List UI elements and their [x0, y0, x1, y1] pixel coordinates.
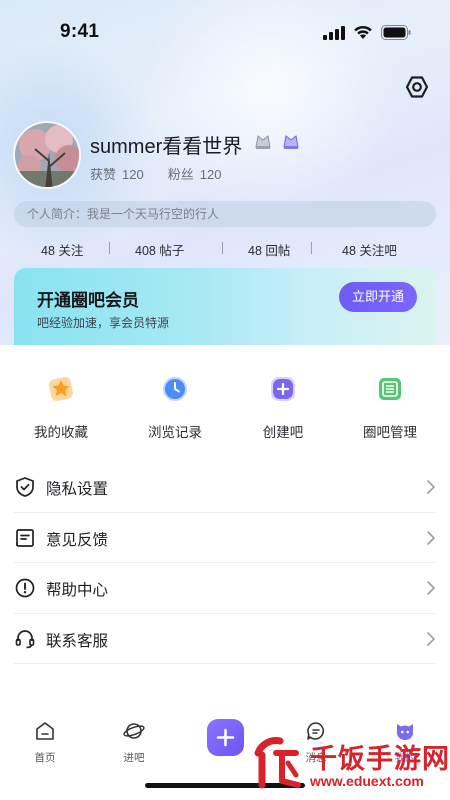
watermark-url: www.eduext.com	[310, 773, 424, 789]
menu-label: 意见反馈	[46, 531, 109, 549]
quick-label: 创建吧	[262, 425, 304, 440]
manage-icon	[379, 378, 401, 400]
menu-label: 联系客服	[46, 632, 109, 650]
counts-row: 48 关注 408 帖子 48 回帖 48 关注吧	[0, 240, 450, 260]
chevron-right-icon	[427, 631, 436, 646]
vip-badge-icon	[283, 135, 299, 149]
likes-label: 获赞	[90, 167, 117, 182]
username: summer看看世界	[90, 136, 243, 158]
clock-icon	[163, 377, 187, 401]
tab-home[interactable]: 首页	[15, 720, 75, 765]
help-icon	[15, 578, 35, 598]
quick-label: 我的收藏	[34, 425, 88, 440]
signal-icon	[323, 26, 345, 40]
quick-label: 圈吧管理	[363, 425, 417, 440]
menu-item-privacy[interactable]: 隐私设置	[14, 462, 436, 513]
profile-stats: 获赞 120 粉丝 120	[90, 164, 227, 183]
plus-icon	[216, 728, 235, 747]
count-posts[interactable]: 408 帖子	[135, 240, 184, 259]
chevron-right-icon	[427, 530, 436, 545]
count-following[interactable]: 48 关注	[41, 240, 83, 259]
count-replies[interactable]: 48 回帖	[248, 240, 290, 259]
menu-item-customer-service[interactable]: 联系客服	[14, 614, 436, 664]
count-followed-bars[interactable]: 48 关注吧	[342, 240, 397, 259]
quick-favorites[interactable]: 我的收藏	[16, 375, 106, 441]
home-icon	[36, 722, 54, 740]
fans-label: 粉丝	[167, 167, 194, 182]
wifi-icon	[354, 25, 372, 39]
chevron-right-icon	[427, 480, 436, 494]
status-bar: 9:41	[0, 0, 450, 64]
menu-label: 隐私设置	[46, 481, 109, 498]
settings-menu: 隐私设置 意见反馈 帮助中心 联系客服	[0, 462, 450, 664]
tab-label: 首页	[34, 752, 56, 764]
quick-history[interactable]: 浏览记录	[130, 375, 220, 441]
bio-bar[interactable]: 个人简介：我是一个天马行空的行人	[14, 201, 436, 227]
feedback-icon	[16, 528, 34, 547]
headset-icon	[15, 629, 35, 648]
tab-label: 进吧	[123, 752, 145, 764]
open-membership-button[interactable]: 立即开通	[339, 282, 417, 312]
post-plus-button[interactable]	[207, 719, 244, 756]
fans-value: 120	[199, 167, 222, 182]
plus-icon	[271, 377, 295, 401]
battery-icon	[381, 25, 411, 40]
membership-subtitle: 吧经验加速，享会员特源	[37, 316, 170, 330]
menu-item-feedback[interactable]: 意见反馈	[14, 513, 436, 563]
star-icon	[49, 377, 73, 401]
quick-bar-manage[interactable]: 圈吧管理	[345, 375, 435, 441]
menu-label: 帮助中心	[46, 582, 109, 599]
watermark-brand: 千饭手游网	[310, 744, 450, 774]
likes-value: 120	[122, 167, 144, 182]
shield-icon	[16, 477, 34, 497]
level-badge-icon	[255, 135, 271, 149]
membership-title: 开通圈吧会员	[37, 291, 139, 310]
quick-actions: 我的收藏 浏览记录 创建吧 圈吧管理	[0, 375, 450, 440]
settings-gear-icon[interactable]	[404, 74, 430, 100]
tab-enter-bar[interactable]: 进吧	[104, 720, 164, 765]
chevron-right-icon	[427, 581, 436, 595]
planet-icon	[123, 723, 145, 739]
quick-label: 浏览记录	[148, 425, 202, 440]
watermark-logo-icon	[254, 737, 301, 789]
quick-create-bar[interactable]: 创建吧	[238, 375, 328, 441]
watermark: 千饭手游网 www.eduext.com	[252, 735, 450, 800]
menu-item-help[interactable]: 帮助中心	[14, 563, 436, 614]
avatar[interactable]	[13, 121, 81, 189]
status-time: 9:41	[60, 21, 100, 42]
membership-banner[interactable]: 开通圈吧会员 吧经验加速，享会员特源 立即开通	[14, 268, 436, 346]
